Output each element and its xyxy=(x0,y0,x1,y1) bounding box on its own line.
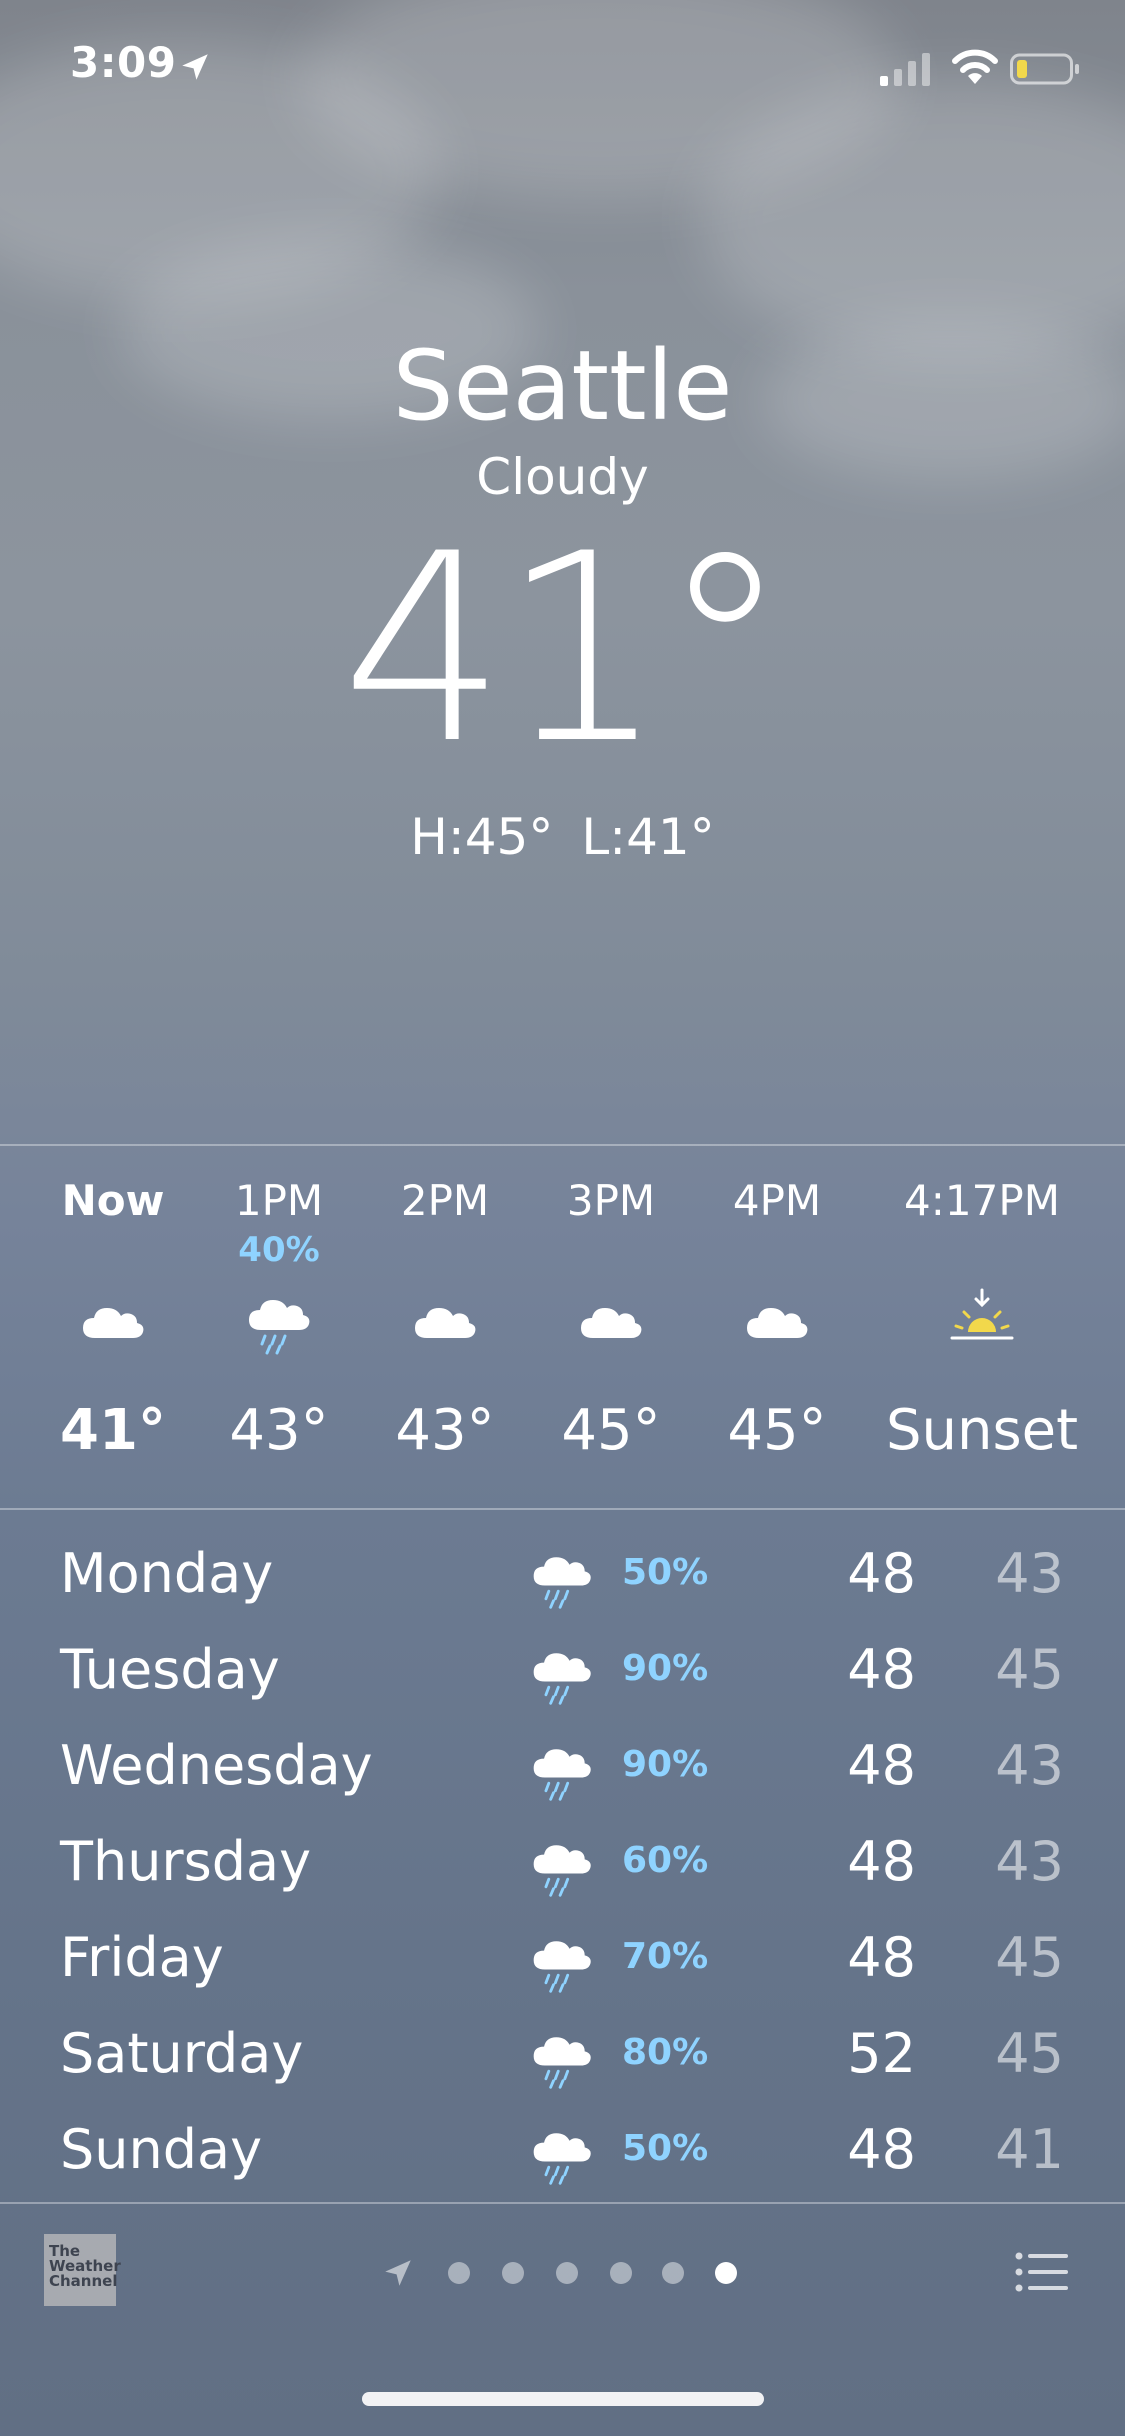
day-name: Sunday xyxy=(60,2118,263,2181)
daily-row: Thursday 60% 48 43 xyxy=(0,1818,1125,1914)
hour-label: 2PM xyxy=(400,1176,490,1225)
day-name: Monday xyxy=(60,1542,274,1605)
cellular-signal-icon xyxy=(880,53,930,86)
day-high: 48 xyxy=(847,2118,916,2181)
daily-row: Friday 70% 48 45 xyxy=(0,1914,1125,2010)
hour-precip: 40% xyxy=(238,1230,320,1270)
daily-row: Sunday 50% 48 41 xyxy=(0,2106,1125,2202)
day-name: Wednesday xyxy=(60,1734,373,1797)
page-dot[interactable] xyxy=(502,2262,524,2284)
hourly-item: 4:17PM Sunset xyxy=(872,1146,1092,1506)
low-temp: L:41° xyxy=(581,808,715,866)
day-low: 45 xyxy=(995,1638,1064,1701)
day-low: 41 xyxy=(995,2118,1064,2181)
day-precip: 90% xyxy=(622,1744,709,1785)
day-precip: 80% xyxy=(622,2032,709,2073)
hour-label: 4:17PM xyxy=(904,1176,1060,1225)
hour-temp: 45° xyxy=(727,1398,827,1463)
hourly-item: 3PM 45° xyxy=(526,1146,696,1506)
day-precip: 50% xyxy=(622,2128,709,2169)
hour-label: Now xyxy=(61,1176,165,1225)
day-precip: 60% xyxy=(622,1840,709,1881)
day-precip: 90% xyxy=(622,1648,709,1689)
cloud-rain-icon xyxy=(533,2037,591,2089)
page-dot[interactable] xyxy=(556,2262,578,2284)
home-indicator[interactable] xyxy=(362,2392,764,2406)
daily-row: Monday 50% 48 43 xyxy=(0,1530,1125,1626)
hour-label: 4PM xyxy=(732,1176,822,1225)
day-high: 52 xyxy=(847,2022,916,2085)
current-condition: Cloudy xyxy=(476,448,649,506)
hour-temp: 43° xyxy=(229,1398,329,1463)
cloud-icon xyxy=(581,1308,642,1338)
hour-temp: 41° xyxy=(60,1398,166,1463)
hourly-forecast[interactable]: Now 41° 1PM 40% 43° 2PM 43° 3PM 45° 4PM … xyxy=(0,1146,1125,1506)
hour-temp: Sunset xyxy=(885,1398,1079,1463)
battery-low-icon xyxy=(1010,53,1079,85)
page-dot-active[interactable] xyxy=(715,2262,737,2284)
hour-label: 1PM xyxy=(234,1176,324,1225)
cloud-rain-icon xyxy=(533,1749,591,1801)
day-name: Thursday xyxy=(60,1830,312,1893)
cloud-icon xyxy=(747,1308,808,1338)
current-temperature: 41° xyxy=(341,499,790,801)
day-low: 43 xyxy=(995,1830,1064,1893)
weather-channel-logo[interactable]: The Weather Channel xyxy=(44,2234,121,2306)
day-high: 48 xyxy=(847,1638,916,1701)
daily-row: Wednesday 90% 48 43 xyxy=(0,1722,1125,1818)
page-dot[interactable] xyxy=(662,2262,684,2284)
page-dot[interactable] xyxy=(610,2262,632,2284)
hourly-item: 2PM 43° xyxy=(360,1146,530,1506)
day-low: 43 xyxy=(995,1734,1064,1797)
day-high: 48 xyxy=(847,1542,916,1605)
day-low: 45 xyxy=(995,2022,1064,2085)
day-precip: 70% xyxy=(622,1936,709,1977)
logo-line: Channel xyxy=(49,2272,118,2290)
bottom-toolbar: The Weather Channel xyxy=(0,2204,1125,2344)
wifi-icon xyxy=(952,49,998,84)
city-name: Seattle xyxy=(392,330,733,442)
day-low: 45 xyxy=(995,1926,1064,1989)
hourly-item: 4PM 45° xyxy=(692,1146,862,1506)
cloud-rain-icon xyxy=(533,2133,591,2185)
status-time: 3:09 xyxy=(70,38,177,87)
day-high: 48 xyxy=(847,1926,916,1989)
location-arrow-icon[interactable] xyxy=(380,2256,416,2290)
day-precip: 50% xyxy=(622,1552,709,1593)
day-name: Friday xyxy=(60,1926,224,1989)
high-low: H:45° L:41° xyxy=(0,808,1125,866)
status-bar: 3:09 xyxy=(0,0,1125,140)
daily-row: Saturday 80% 52 45 xyxy=(0,2010,1125,2106)
sunset-icon xyxy=(950,1288,1014,1340)
hourly-item: Now 41° xyxy=(28,1146,198,1506)
divider-middle xyxy=(0,1508,1125,1510)
cloud-rain-icon xyxy=(533,1845,591,1897)
hourly-item: 1PM 40% 43° xyxy=(194,1146,364,1506)
day-high: 48 xyxy=(847,1734,916,1797)
cloud-rain-icon xyxy=(249,1300,310,1355)
cloud-rain-icon xyxy=(533,1653,591,1705)
day-low: 43 xyxy=(995,1542,1064,1605)
high-temp: H:45° xyxy=(410,808,554,866)
hour-temp: 43° xyxy=(395,1398,495,1463)
daily-forecast[interactable]: Monday 50% 48 43 Tuesday 90% 48 45 Wedne… xyxy=(0,1530,1125,2202)
cloud-rain-icon xyxy=(533,1557,591,1609)
hour-label: 3PM xyxy=(566,1176,656,1225)
cloud-icon xyxy=(415,1308,476,1338)
day-name: Tuesday xyxy=(60,1638,280,1701)
page-dot[interactable] xyxy=(448,2262,470,2284)
day-name: Saturday xyxy=(60,2022,304,2085)
cloud-icon xyxy=(83,1308,144,1338)
location-arrow-icon xyxy=(182,54,208,80)
cloud-rain-icon xyxy=(533,1941,591,1993)
list-icon[interactable] xyxy=(1014,2248,1070,2296)
day-high: 48 xyxy=(847,1830,916,1893)
hour-temp: 45° xyxy=(561,1398,661,1463)
daily-row: Tuesday 90% 48 45 xyxy=(0,1626,1125,1722)
